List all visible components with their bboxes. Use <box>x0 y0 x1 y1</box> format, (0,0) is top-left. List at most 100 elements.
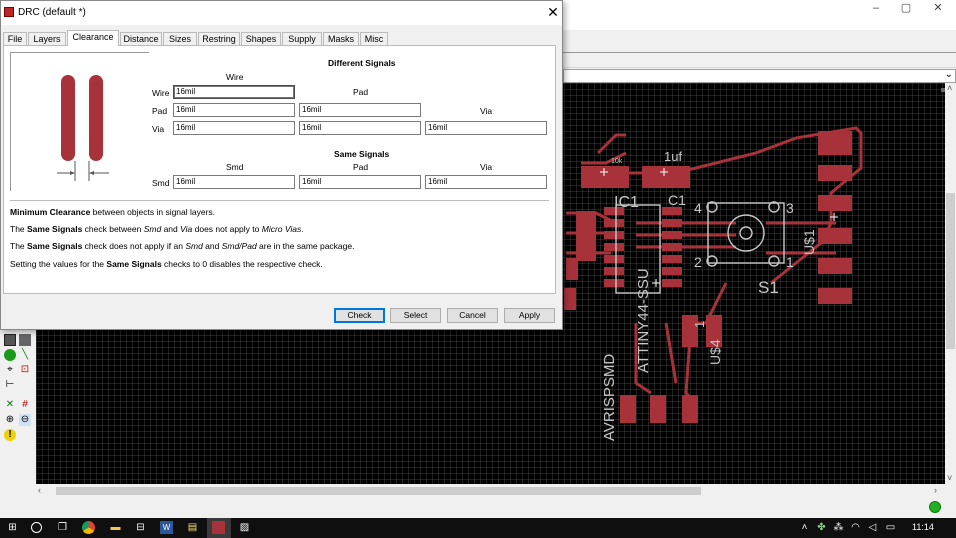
windows-start-icon[interactable]: ⊞ <box>6 521 19 534</box>
horizontal-scrollbar[interactable]: ‹ › <box>36 484 945 497</box>
tab-file[interactable]: File <box>3 32 27 46</box>
row-wire-label: Wire <box>152 88 170 98</box>
s1-label: S1 <box>758 278 779 297</box>
pad-wire-field[interactable]: 16mil <box>173 103 295 117</box>
mark-tool-icon[interactable]: ⌖ <box>4 364 16 376</box>
status-ok-icon[interactable] <box>929 501 941 513</box>
row-via-label: Via <box>152 124 165 134</box>
col-via-label: Via <box>480 106 493 116</box>
pin1-label: 1 <box>786 254 794 270</box>
vertical-scrollbar[interactable]: ˄ ˅ <box>945 83 956 484</box>
command-line-input[interactable]: ⌄ <box>563 69 956 83</box>
same-col-smd-label: Smd <box>226 162 244 172</box>
scroll-up-icon[interactable]: ˄ <box>947 83 952 93</box>
tray-ime-icon[interactable]: ⁂ <box>832 521 845 534</box>
dimension-tool-icon[interactable]: ⊢ <box>4 379 16 391</box>
clearance-illustration <box>57 75 109 181</box>
via-via-field[interactable]: 16mil <box>425 121 547 135</box>
description-line-3: The Same Signals check does not apply if… <box>10 241 355 251</box>
chevron-down-icon[interactable]: ⌄ <box>945 69 953 80</box>
wire-wire-field[interactable]: 16mil <box>173 85 295 99</box>
row-pad-label: Pad <box>152 106 168 116</box>
grid-tool-icon[interactable]: # <box>19 399 31 411</box>
scroll-left-icon[interactable]: ‹ <box>38 485 41 495</box>
smd-smd-field[interactable]: 16mil <box>173 175 295 189</box>
check-button[interactable]: Check <box>334 308 385 323</box>
photos-icon[interactable]: ▨ <box>238 521 251 534</box>
tab-clearance[interactable]: Clearance <box>67 30 119 46</box>
description-line-4: Setting the values for the Same Signals … <box>10 259 323 269</box>
col-pad-label: Pad <box>353 87 369 97</box>
avrisp-label: AVRISPSMD <box>601 354 618 441</box>
tray-app-icon[interactable]: ✤ <box>815 521 828 534</box>
via-pad-field[interactable]: 16mil <box>299 121 421 135</box>
eagle-app-icon <box>4 7 14 17</box>
pad-one-label: 1 <box>692 321 707 328</box>
vertical-scroll-thumb[interactable] <box>946 193 955 349</box>
same-row-smd-label: Smd <box>152 178 170 188</box>
wifi-icon[interactable]: ◠ <box>849 521 862 534</box>
scroll-down-icon[interactable]: ˅ <box>947 473 952 483</box>
taskbar: ⊞ ❐ ▬ ⊟ W ▤ ▨ ˄ ✤ ⁂ ◠ ◁ ▭ 11:14 <box>0 518 956 538</box>
dialog-close-button[interactable]: ✕ <box>545 4 561 21</box>
minimize-icon[interactable]: – <box>860 0 892 16</box>
tab-misc[interactable]: Misc <box>360 32 388 46</box>
ratsnest-tool-icon[interactable]: ✕ <box>4 399 16 411</box>
route-tool-icon[interactable]: ╲ <box>19 349 31 361</box>
chevron-up-icon[interactable]: ˄ <box>798 521 811 534</box>
cancel-button[interactable]: Cancel <box>447 308 498 323</box>
description-line-2: The Same Signals check between Smd and V… <box>10 224 304 234</box>
pad-pad-field[interactable]: 16mil <box>299 103 421 117</box>
apply-button[interactable]: Apply <box>504 308 555 323</box>
description-line-1: Minimum Clearance between objects in sig… <box>10 207 216 217</box>
drc-dialog: DRC (default *) ✕ File Layers Clearance … <box>0 0 563 330</box>
volume-icon[interactable]: ◁ <box>866 521 879 534</box>
task-view-icon[interactable]: ❐ <box>56 521 69 534</box>
smd-pad-field[interactable]: 16mil <box>299 175 421 189</box>
tab-restring[interactable]: Restring <box>198 32 240 46</box>
eagle-taskbar-icon[interactable] <box>212 521 225 534</box>
tab-distance[interactable]: Distance <box>120 32 162 46</box>
polygon-tool-icon[interactable] <box>19 334 31 346</box>
tab-shapes[interactable]: Shapes <box>241 32 281 46</box>
attribute-tool-icon[interactable]: ⊡ <box>19 364 31 376</box>
different-signals-heading: Different Signals <box>328 58 396 68</box>
via-wire-field[interactable]: 16mil <box>173 121 295 135</box>
horizontal-scroll-thumb[interactable] <box>56 487 701 495</box>
tab-masks[interactable]: Masks <box>323 32 359 46</box>
clearance-preview <box>10 52 149 191</box>
taskbar-clock[interactable]: 11:14 <box>912 522 934 532</box>
tab-layers[interactable]: Layers <box>28 32 66 46</box>
pin4-label: 4 <box>694 200 702 216</box>
store-icon[interactable]: ⊟ <box>134 521 147 534</box>
c1-label: C1 <box>668 192 686 208</box>
via-tool-icon[interactable] <box>4 349 16 361</box>
attiny-label: ATTINY44-SSU <box>635 268 652 373</box>
dialog-title: DRC (default *) <box>18 7 86 18</box>
select-button[interactable]: Select <box>390 308 441 323</box>
word-icon[interactable]: W <box>160 521 173 534</box>
resistor-value-label: 10k <box>611 158 623 165</box>
same-col-via-label: Via <box>480 162 493 172</box>
zoom-tool-icon[interactable]: ⊕ <box>4 414 16 426</box>
smd-via-field[interactable]: 16mil <box>425 175 547 189</box>
section-divider <box>10 200 549 201</box>
tab-sizes[interactable]: Sizes <box>163 32 197 46</box>
drc-warning-icon[interactable]: ! <box>4 429 16 441</box>
u1-label: U$1 <box>801 229 817 255</box>
maximize-icon[interactable]: ▢ <box>890 0 922 16</box>
same-signals-heading: Same Signals <box>334 149 390 159</box>
close-icon[interactable]: ✕ <box>922 0 954 16</box>
file-explorer-icon[interactable]: ▬ <box>109 521 122 534</box>
action-center-icon[interactable]: ▭ <box>884 521 897 534</box>
notepad-icon[interactable]: ▤ <box>186 521 199 534</box>
chrome-icon[interactable] <box>82 521 95 534</box>
zoom-window-icon[interactable]: ⊖ <box>19 414 31 426</box>
u4-label: U$4 <box>707 339 723 365</box>
pin2-label: 2 <box>694 254 702 270</box>
dialog-titlebar: DRC (default *) ✕ <box>1 1 562 25</box>
search-icon[interactable] <box>31 522 42 533</box>
tab-supply[interactable]: Supply <box>282 32 322 46</box>
scroll-right-icon[interactable]: › <box>934 485 937 495</box>
rectangle-tool-icon[interactable] <box>4 334 16 346</box>
